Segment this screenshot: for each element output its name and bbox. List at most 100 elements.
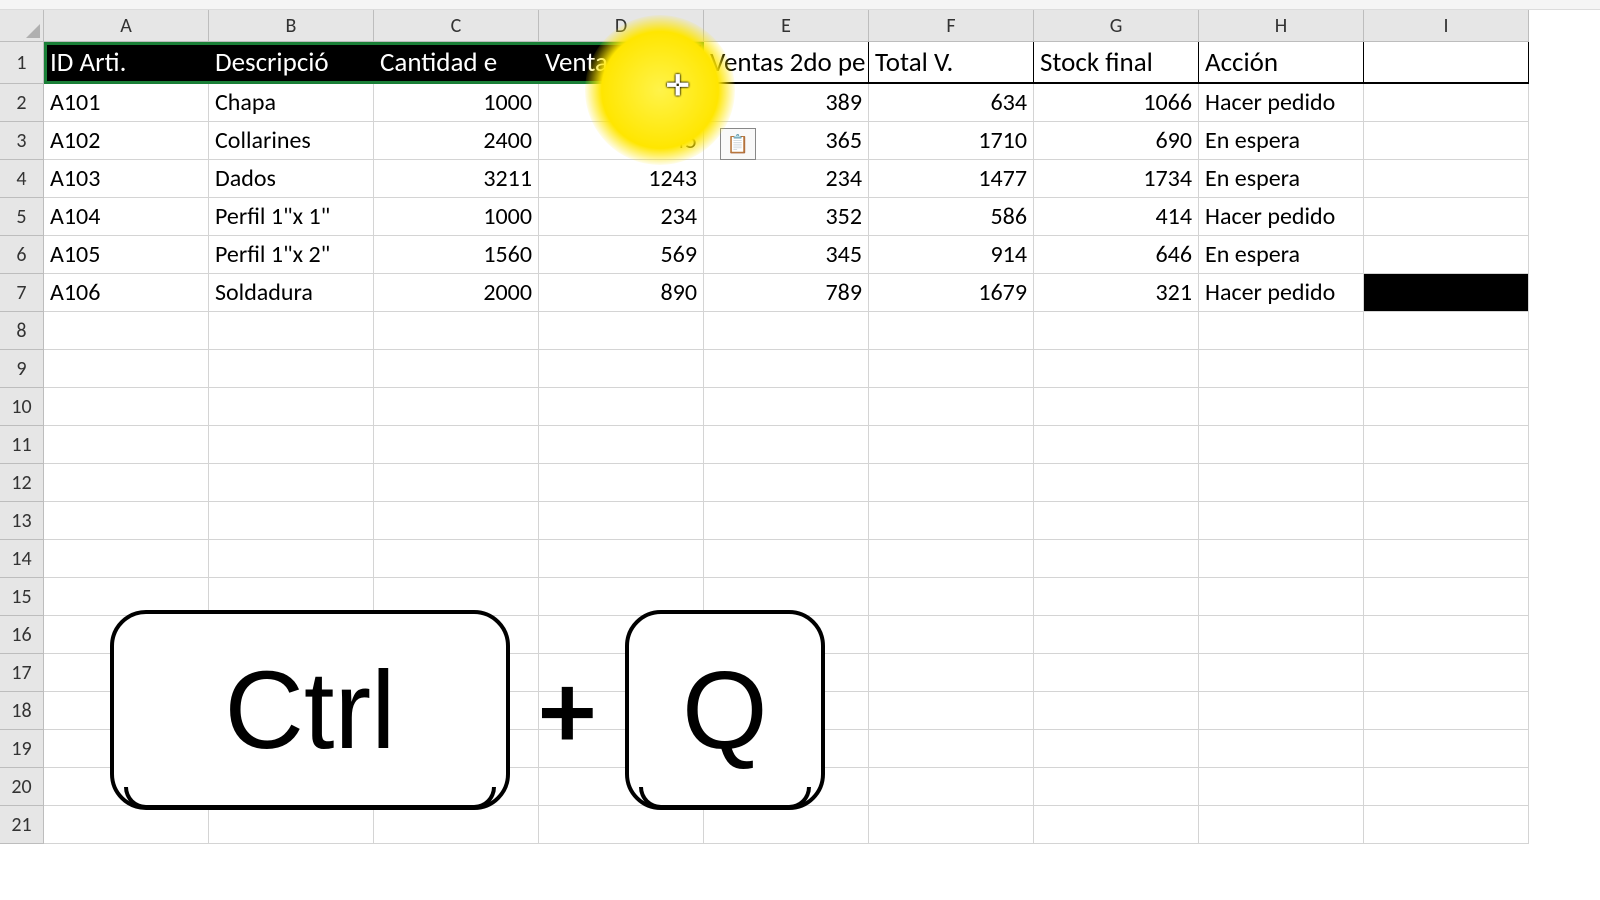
- cell-G4[interactable]: 1734: [1034, 160, 1199, 198]
- row-header-13[interactable]: 13: [0, 502, 44, 540]
- cell-I7[interactable]: [1364, 274, 1529, 312]
- cell-G17[interactable]: [1034, 654, 1199, 692]
- cell-B1[interactable]: Descripció: [209, 42, 374, 84]
- cell-I2[interactable]: [1364, 84, 1529, 122]
- row-header-17[interactable]: 17: [0, 654, 44, 692]
- row-header-12[interactable]: 12: [0, 464, 44, 502]
- cell-A11[interactable]: [44, 426, 209, 464]
- cell-G2[interactable]: 1066: [1034, 84, 1199, 122]
- cell-I17[interactable]: [1364, 654, 1529, 692]
- cell-G9[interactable]: [1034, 350, 1199, 388]
- col-header-B[interactable]: B: [209, 10, 374, 42]
- cell-C1[interactable]: Cantidad e: [374, 42, 539, 84]
- cell-C21[interactable]: [374, 806, 539, 844]
- cell-A13[interactable]: [44, 502, 209, 540]
- cell-F10[interactable]: [869, 388, 1034, 426]
- cell-A1[interactable]: ID Arti.: [44, 42, 209, 84]
- cell-I3[interactable]: [1364, 122, 1529, 160]
- cell-G15[interactable]: [1034, 578, 1199, 616]
- cell-D2[interactable]: 245: [539, 84, 704, 122]
- row-header-19[interactable]: 19: [0, 730, 44, 768]
- cell-D21[interactable]: [539, 806, 704, 844]
- cell-H10[interactable]: [1199, 388, 1364, 426]
- cell-I9[interactable]: [1364, 350, 1529, 388]
- cell-G12[interactable]: [1034, 464, 1199, 502]
- cell-D7[interactable]: 890: [539, 274, 704, 312]
- cell-B21[interactable]: [209, 806, 374, 844]
- cell-D3[interactable]: 1345: [539, 122, 704, 160]
- cell-I5[interactable]: [1364, 198, 1529, 236]
- cell-I21[interactable]: [1364, 806, 1529, 844]
- cell-A2[interactable]: A101: [44, 84, 209, 122]
- cell-E7[interactable]: 789: [704, 274, 869, 312]
- cell-I12[interactable]: [1364, 464, 1529, 502]
- col-header-G[interactable]: G: [1034, 10, 1199, 42]
- cell-F20[interactable]: [869, 768, 1034, 806]
- row-header-15[interactable]: 15: [0, 578, 44, 616]
- cell-B9[interactable]: [209, 350, 374, 388]
- cell-D11[interactable]: [539, 426, 704, 464]
- cell-H9[interactable]: [1199, 350, 1364, 388]
- cell-G10[interactable]: [1034, 388, 1199, 426]
- cell-H2[interactable]: Hacer pedido: [1199, 84, 1364, 122]
- cell-C11[interactable]: [374, 426, 539, 464]
- cell-B13[interactable]: [209, 502, 374, 540]
- cell-A4[interactable]: A103: [44, 160, 209, 198]
- cell-H15[interactable]: [1199, 578, 1364, 616]
- cell-I10[interactable]: [1364, 388, 1529, 426]
- cell-G6[interactable]: 646: [1034, 236, 1199, 274]
- row-header-10[interactable]: 10: [0, 388, 44, 426]
- cell-B14[interactable]: [209, 540, 374, 578]
- cell-H6[interactable]: En espera: [1199, 236, 1364, 274]
- cell-H11[interactable]: [1199, 426, 1364, 464]
- cell-A3[interactable]: A102: [44, 122, 209, 160]
- cell-I18[interactable]: [1364, 692, 1529, 730]
- row-header-7[interactable]: 7: [0, 274, 44, 312]
- cell-B5[interactable]: Perfil 1"x 1": [209, 198, 374, 236]
- cell-C10[interactable]: [374, 388, 539, 426]
- cell-H8[interactable]: [1199, 312, 1364, 350]
- cell-C2[interactable]: 1000: [374, 84, 539, 122]
- row-header-20[interactable]: 20: [0, 768, 44, 806]
- cell-B4[interactable]: Dados: [209, 160, 374, 198]
- cell-G11[interactable]: [1034, 426, 1199, 464]
- cell-E11[interactable]: [704, 426, 869, 464]
- cell-B8[interactable]: [209, 312, 374, 350]
- cell-B10[interactable]: [209, 388, 374, 426]
- cell-F3[interactable]: 1710: [869, 122, 1034, 160]
- cell-H18[interactable]: [1199, 692, 1364, 730]
- cell-C8[interactable]: [374, 312, 539, 350]
- cell-H3[interactable]: En espera: [1199, 122, 1364, 160]
- row-header-3[interactable]: 3: [0, 122, 44, 160]
- row-header-21[interactable]: 21: [0, 806, 44, 844]
- cell-D4[interactable]: 1243: [539, 160, 704, 198]
- cell-H21[interactable]: [1199, 806, 1364, 844]
- cell-G3[interactable]: 690: [1034, 122, 1199, 160]
- cell-A21[interactable]: [44, 806, 209, 844]
- cell-F7[interactable]: 1679: [869, 274, 1034, 312]
- col-header-A[interactable]: A: [44, 10, 209, 42]
- cell-F14[interactable]: [869, 540, 1034, 578]
- cell-H16[interactable]: [1199, 616, 1364, 654]
- cell-F12[interactable]: [869, 464, 1034, 502]
- cell-D1[interactable]: Ventas 1e: [539, 42, 704, 84]
- cell-F18[interactable]: [869, 692, 1034, 730]
- cell-I1[interactable]: [1364, 42, 1529, 84]
- cell-C13[interactable]: [374, 502, 539, 540]
- cell-F13[interactable]: [869, 502, 1034, 540]
- cell-D6[interactable]: 569: [539, 236, 704, 274]
- cell-F21[interactable]: [869, 806, 1034, 844]
- cell-B2[interactable]: Chapa: [209, 84, 374, 122]
- cell-I13[interactable]: [1364, 502, 1529, 540]
- cell-E5[interactable]: 352: [704, 198, 869, 236]
- cell-C7[interactable]: 2000: [374, 274, 539, 312]
- cell-F8[interactable]: [869, 312, 1034, 350]
- cell-E8[interactable]: [704, 312, 869, 350]
- cell-F2[interactable]: 634: [869, 84, 1034, 122]
- cell-D8[interactable]: [539, 312, 704, 350]
- row-header-6[interactable]: 6: [0, 236, 44, 274]
- col-header-I[interactable]: I: [1364, 10, 1529, 42]
- cell-B12[interactable]: [209, 464, 374, 502]
- cell-G1[interactable]: Stock final: [1034, 42, 1199, 84]
- cell-G19[interactable]: [1034, 730, 1199, 768]
